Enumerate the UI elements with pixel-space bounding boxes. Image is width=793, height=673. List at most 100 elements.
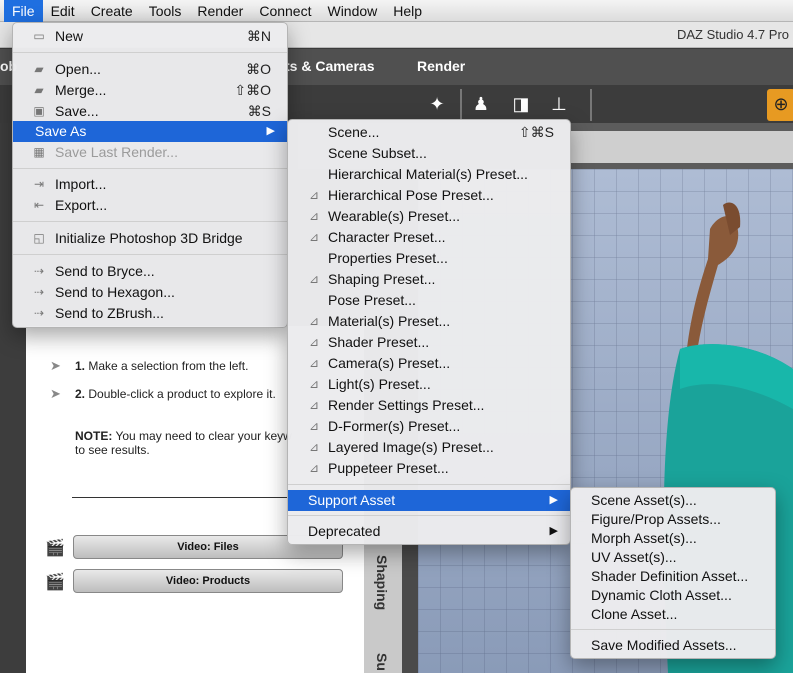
menu-item-hierarchical-pose[interactable]: ⊿ Hierarchical Pose Preset...	[288, 185, 570, 206]
image-icon: ▦	[33, 145, 45, 159]
menu-item-scene-assets[interactable]: Scene Asset(s)...	[571, 490, 775, 511]
menu-item-puppeteer[interactable]: ⊿ Puppeteer Preset...	[288, 458, 570, 479]
menu-window[interactable]: Window	[319, 0, 385, 22]
menu-item-label: Save As	[35, 123, 87, 139]
menu-item-shaping[interactable]: ⊿ Shaping Preset...	[288, 269, 570, 290]
tab-render[interactable]: Render	[417, 58, 465, 74]
puppeteer-preset-icon: ⊿	[308, 461, 320, 475]
menu-file[interactable]: File	[4, 0, 43, 22]
shader-preset-icon: ⊿	[308, 335, 320, 349]
menu-help[interactable]: Help	[385, 0, 430, 22]
file-menu: ▭ New ⌘N ▰ Open... ⌘O ▰ Merge... ⇧⌘O ▣ S…	[12, 22, 288, 328]
menu-item-export[interactable]: ⇤ Export...	[13, 195, 287, 216]
menu-item-scene-subset[interactable]: Scene Subset...	[288, 143, 570, 164]
menu-item-layered-images[interactable]: ⊿ Layered Image(s) Preset...	[288, 437, 570, 458]
joint-tool-icon[interactable]: ⊥	[546, 91, 572, 117]
pose-preset-icon: ⊿	[308, 188, 320, 202]
menu-item-new[interactable]: ▭ New ⌘N	[13, 26, 287, 47]
menu-edit[interactable]: Edit	[43, 0, 83, 22]
menu-item-label: Clone Asset...	[591, 606, 678, 622]
menu-item-label: Shader Definition Asset...	[591, 568, 749, 584]
menu-item-shader[interactable]: ⊿ Shader Preset...	[288, 332, 570, 353]
menu-item-clone-asset[interactable]: Clone Asset...	[571, 604, 775, 625]
light-preset-icon: ⊿	[308, 377, 320, 391]
menu-connect[interactable]: Connect	[251, 0, 319, 22]
menu-item-label: Send to ZBrush...	[55, 305, 164, 321]
menu-item-send-to-zbrush[interactable]: ⇢ Send to ZBrush...	[13, 303, 287, 324]
menu-item-cameras[interactable]: ⊿ Camera(s) Preset...	[288, 353, 570, 374]
menu-item-open[interactable]: ▰ Open... ⌘O	[13, 59, 287, 80]
menu-render[interactable]: Render	[189, 0, 251, 22]
menu-item-shortcut: ⇧⌘O	[234, 82, 271, 98]
menu-create[interactable]: Create	[83, 0, 141, 22]
menu-item-label: Save Modified Assets...	[591, 637, 737, 653]
pointer-icon: ➤	[50, 386, 61, 401]
menu-item-scene[interactable]: Scene... ⇧⌘S	[288, 122, 570, 143]
menu-item-label: Properties Preset...	[328, 250, 448, 266]
menu-item-label: UV Asset(s)...	[591, 549, 677, 565]
video-products-button[interactable]: Video: Products	[73, 569, 343, 593]
toolbar-divider	[590, 89, 592, 121]
menu-item-save[interactable]: ▣ Save... ⌘S	[13, 101, 287, 122]
submenu-arrow-icon: ▶	[549, 494, 558, 506]
menu-item-support-asset[interactable]: Support Asset ▶	[288, 490, 570, 511]
menu-item-dynamic-cloth-asset[interactable]: Dynamic Cloth Asset...	[571, 585, 775, 606]
menu-item-send-to-bryce[interactable]: ⇢ Send to Bryce...	[13, 261, 287, 282]
menu-separator	[13, 221, 287, 222]
menu-item-save-modified-assets[interactable]: Save Modified Assets...	[571, 635, 775, 656]
menu-item-hierarchical-material[interactable]: Hierarchical Material(s) Preset...	[288, 164, 570, 185]
menu-item-label: Shaping Preset...	[328, 271, 436, 287]
menu-item-deprecated[interactable]: Deprecated ▶	[288, 521, 570, 542]
menu-item-wearables[interactable]: ⊿ Wearable(s) Preset...	[288, 206, 570, 227]
tab-surfaces[interactable]: Su	[374, 653, 390, 671]
menu-item-label: Save Last Render...	[55, 144, 178, 160]
floppy-disk-icon: ▣	[33, 104, 45, 118]
menu-item-character[interactable]: ⊿ Character Preset...	[288, 227, 570, 248]
menu-item-figure-prop-assets[interactable]: Figure/Prop Assets...	[571, 509, 775, 530]
menu-item-shortcut: ⌘N	[246, 28, 271, 44]
note-text-line2: to see results.	[75, 443, 150, 457]
tab-shaping[interactable]: Shaping	[374, 555, 390, 610]
menu-item-morph-assets[interactable]: Morph Asset(s)...	[571, 528, 775, 549]
menu-tools[interactable]: Tools	[141, 0, 190, 22]
step-1-text: Make a selection from the left.	[88, 359, 249, 373]
universal-tool-icon[interactable]: ⊕	[767, 89, 793, 121]
menu-item-lights[interactable]: ⊿ Light(s) Preset...	[288, 374, 570, 395]
menu-item-label: Import...	[55, 176, 107, 192]
menu-item-label: Material(s) Preset...	[328, 313, 451, 329]
menubar: File Edit Create Tools Render Connect Wi…	[0, 0, 793, 22]
menu-item-label: Deprecated	[308, 523, 381, 539]
menu-item-save-as[interactable]: Save As ▶	[13, 121, 287, 142]
document-icon: ▭	[33, 29, 45, 43]
figure-tool-icon[interactable]: ♟	[468, 91, 494, 117]
menu-item-dformers[interactable]: ⊿ D-Former(s) Preset...	[288, 416, 570, 437]
note-label: NOTE:	[75, 429, 113, 443]
menu-item-label: Wearable(s) Preset...	[328, 208, 461, 224]
menu-item-photoshop-bridge[interactable]: ◱ Initialize Photoshop 3D Bridge	[13, 228, 287, 249]
menu-item-import[interactable]: ⇥ Import...	[13, 174, 287, 195]
menu-separator	[13, 52, 287, 53]
wearable-preset-icon: ⊿	[308, 209, 320, 223]
menu-item-label: Shader Preset...	[328, 334, 430, 350]
menu-item-uv-assets[interactable]: UV Asset(s)...	[571, 547, 775, 568]
bridge-icon: ⇢	[33, 264, 45, 278]
menu-item-properties[interactable]: Properties Preset...	[288, 248, 570, 269]
folder-icon: ▰	[34, 83, 44, 97]
menu-item-shader-definition-asset[interactable]: Shader Definition Asset...	[571, 566, 775, 587]
side-tabs: Shaping Su	[364, 545, 402, 673]
menu-item-pose[interactable]: Pose Preset...	[288, 290, 570, 311]
menu-item-render-settings[interactable]: ⊿ Render Settings Preset...	[288, 395, 570, 416]
menu-item-label: Save...	[55, 103, 99, 119]
menu-item-send-to-hexagon[interactable]: ⇢ Send to Hexagon...	[13, 282, 287, 303]
menu-item-label: Send to Bryce...	[55, 263, 155, 279]
menu-separator	[571, 629, 775, 630]
import-icon: ⇥	[33, 177, 45, 191]
add-node-icon[interactable]: ✦	[424, 91, 450, 117]
step-2-text: Double-click a product to explore it.	[88, 387, 276, 401]
tab-lights-cameras[interactable]: ts & Cameras	[285, 58, 375, 74]
menu-item-merge[interactable]: ▰ Merge... ⇧⌘O	[13, 80, 287, 101]
menu-item-materials[interactable]: ⊿ Material(s) Preset...	[288, 311, 570, 332]
prop-tool-icon[interactable]: ◨	[508, 91, 534, 117]
menu-item-label: Open...	[55, 61, 101, 77]
step-2-number: 2.	[75, 387, 86, 401]
